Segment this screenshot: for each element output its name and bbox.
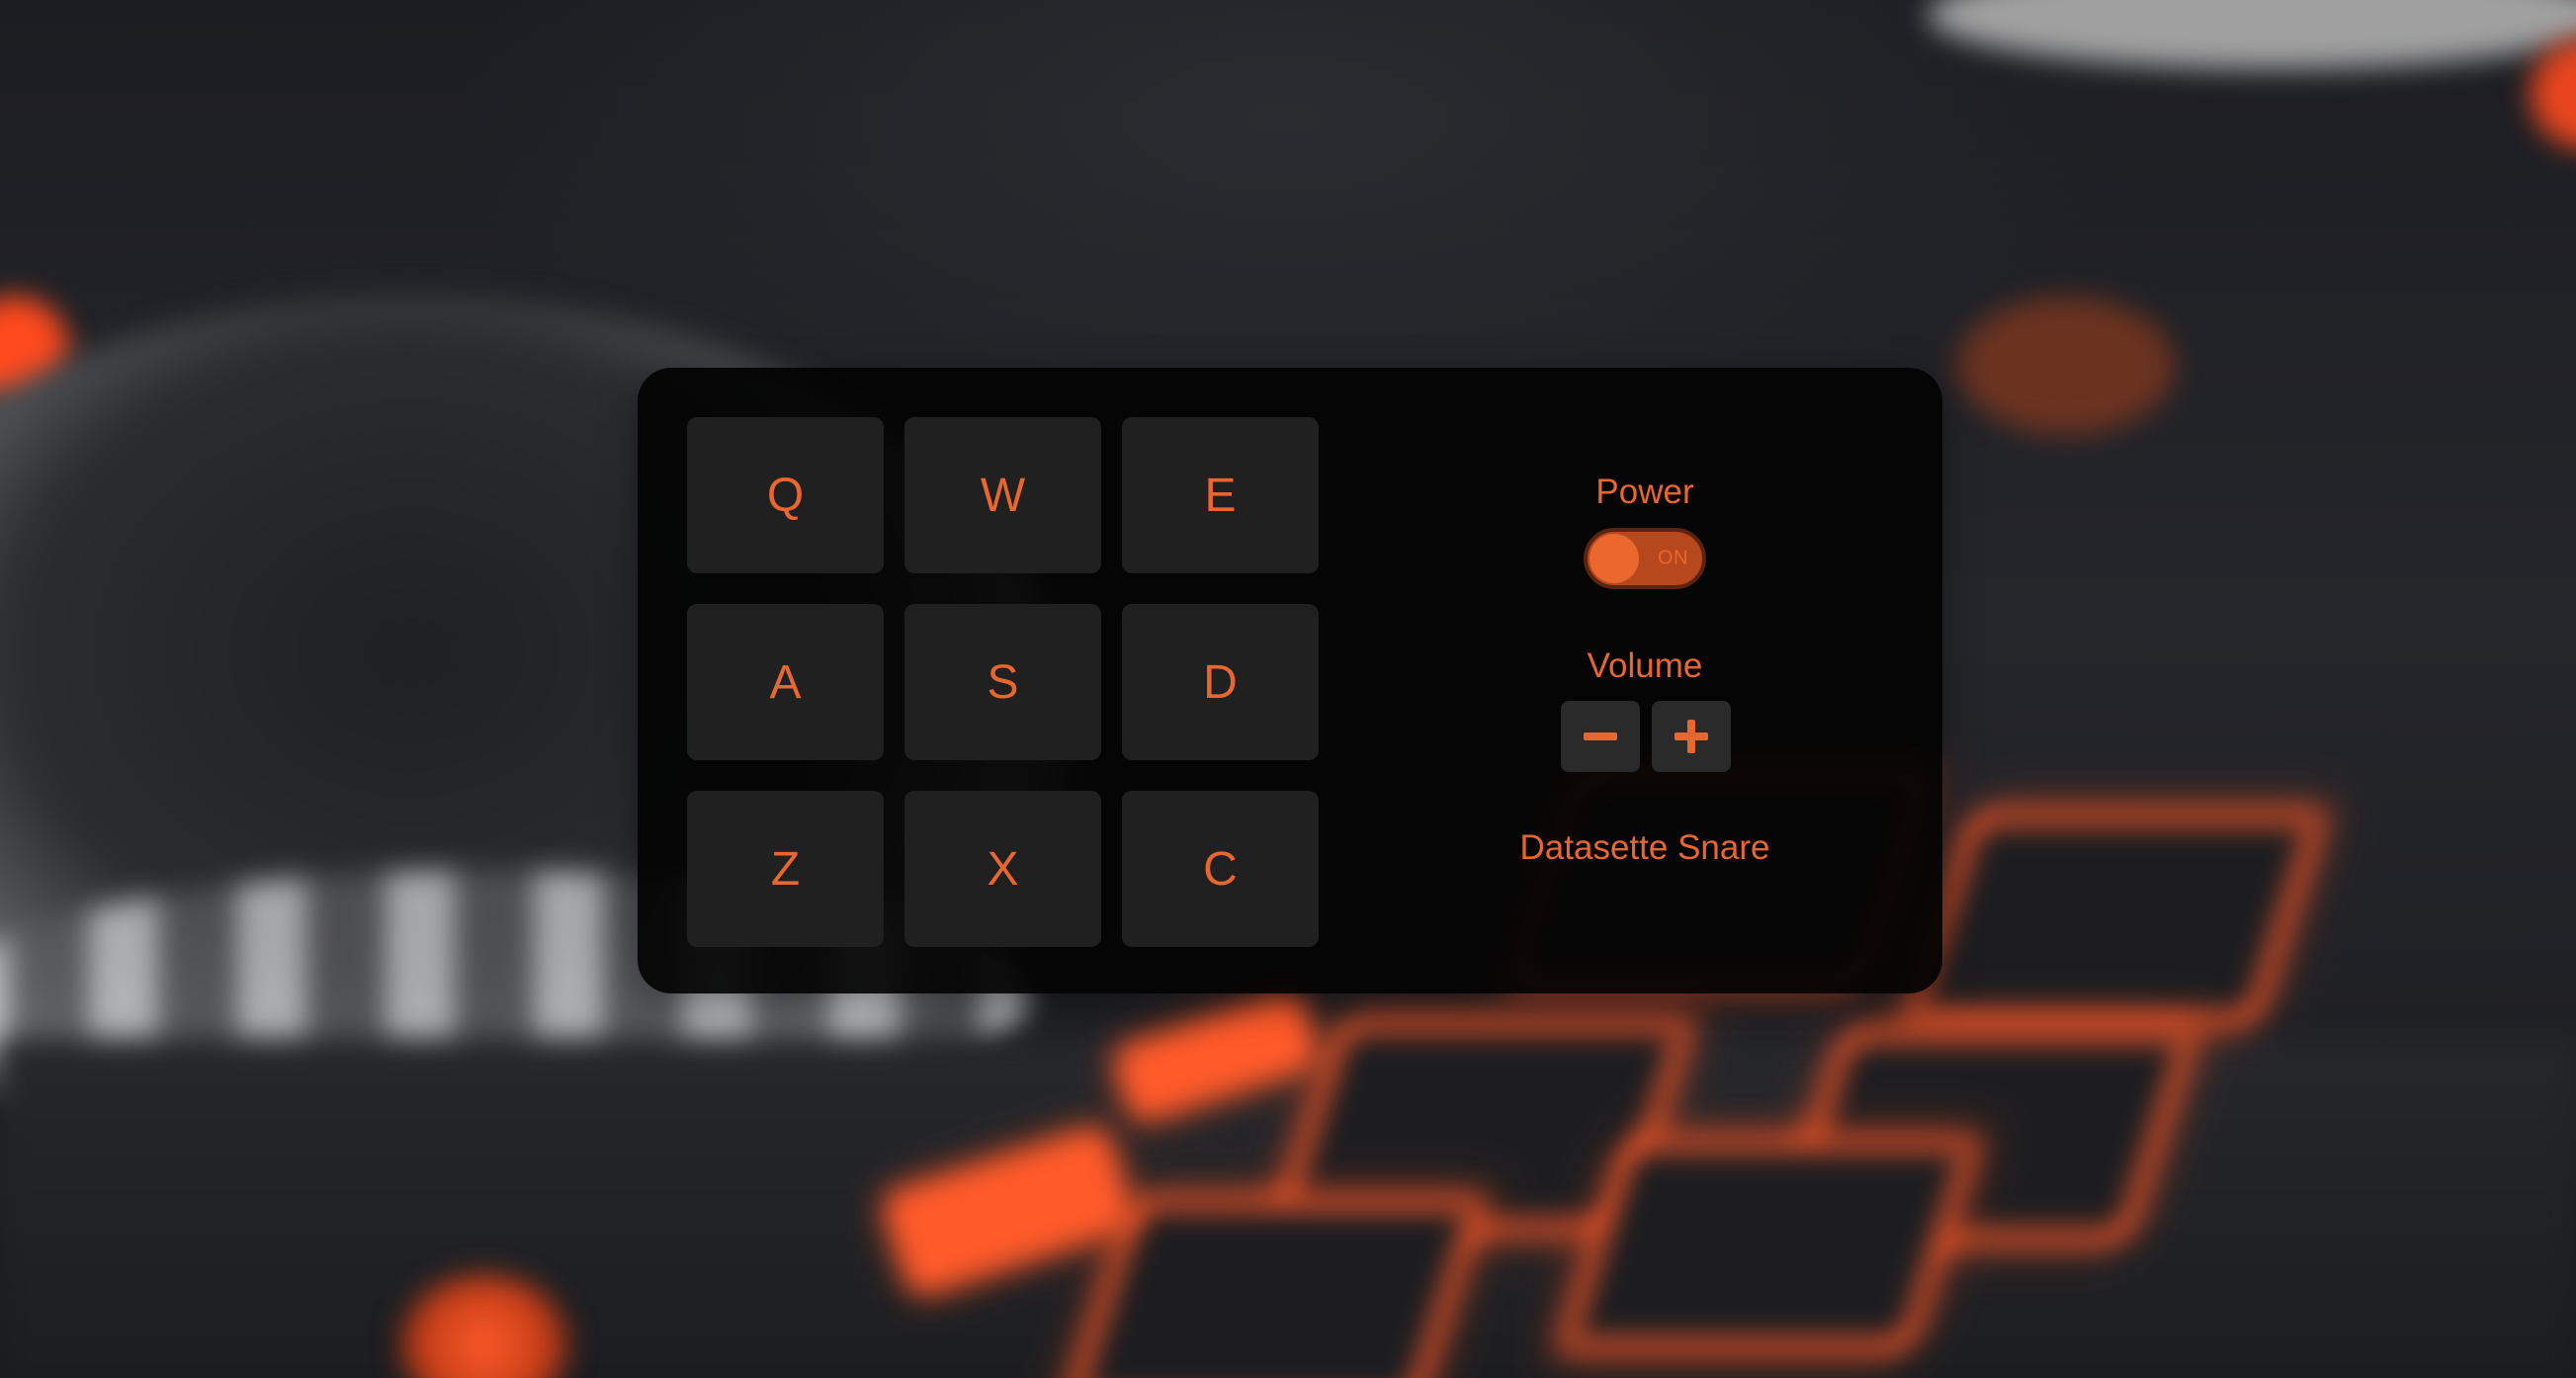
drum-pad-d[interactable]: D — [1122, 604, 1319, 760]
sound-display: Datasette Snare — [1519, 828, 1770, 867]
drum-pad-q[interactable]: Q — [687, 417, 884, 573]
drum-pad-e[interactable]: E — [1122, 417, 1319, 573]
volume-down-button[interactable] — [1561, 701, 1640, 772]
background-led — [2531, 40, 2576, 148]
background-light-blob — [1928, 0, 2576, 69]
drum-pad-s[interactable]: S — [904, 604, 1101, 760]
drum-pad-w[interactable]: W — [904, 417, 1101, 573]
power-label: Power — [1595, 473, 1694, 511]
drum-pad-grid: Q W E A S D Z X C — [687, 417, 1319, 947]
power-toggle-state: ON — [1658, 547, 1688, 569]
drum-pad-c[interactable]: C — [1122, 791, 1319, 947]
background-pad — [1556, 1137, 1981, 1352]
background-glow — [1957, 297, 2175, 435]
minus-icon — [1584, 720, 1617, 753]
drum-pad-x[interactable]: X — [904, 791, 1101, 947]
power-toggle[interactable]: ON — [1584, 528, 1706, 589]
background-pad — [1902, 811, 2327, 1026]
drum-pad-a[interactable]: A — [687, 604, 884, 760]
drum-pad-z[interactable]: Z — [687, 791, 884, 947]
volume-label: Volume — [1587, 646, 1703, 685]
volume-up-button[interactable] — [1652, 701, 1731, 772]
power-toggle-knob — [1589, 534, 1639, 583]
drum-machine: Q W E A S D Z X C — [638, 368, 1942, 993]
plus-icon — [1674, 720, 1708, 753]
